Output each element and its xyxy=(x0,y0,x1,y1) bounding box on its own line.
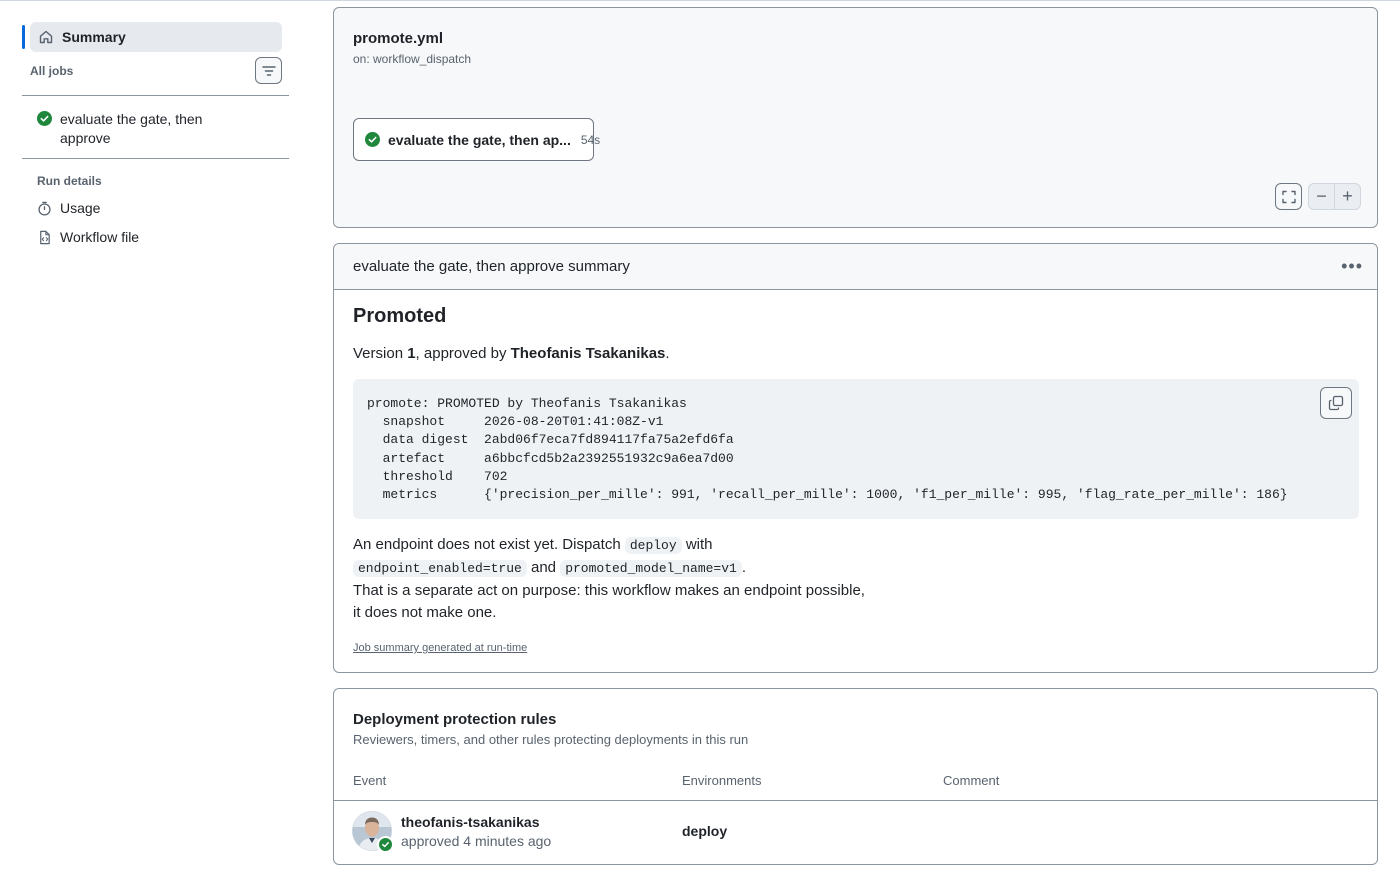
approved-by-text: , approved by xyxy=(415,345,511,362)
para-text: and xyxy=(526,559,561,576)
sidebar-job-label: evaluate the gate, then approve xyxy=(60,111,203,146)
copy-icon xyxy=(1328,395,1344,411)
check-circle-icon xyxy=(365,132,380,147)
sidebar-item-label: Usage xyxy=(60,200,101,216)
workflow-graph-card: promote.yml on: workflow_dispatch evalua… xyxy=(333,7,1378,228)
para-text: That is a separate act on purpose: this … xyxy=(353,582,865,599)
table-divider xyxy=(334,800,1377,801)
all-jobs-heading: All jobs xyxy=(30,64,74,78)
para-text: with xyxy=(681,536,713,553)
sidebar-job-item[interactable]: evaluate the gate, then approve xyxy=(37,110,277,148)
summary-paragraph: An endpoint does not exist yet. Dispatch… xyxy=(353,534,993,624)
stopwatch-icon xyxy=(37,201,52,216)
avatar[interactable] xyxy=(352,811,394,853)
environment-name: deploy xyxy=(682,823,728,839)
sidebar-item-label: Summary xyxy=(62,29,126,45)
job-node-duration: 54s xyxy=(580,132,601,147)
file-code-icon xyxy=(37,230,52,245)
job-summary-header: evaluate the gate, then approve summary … xyxy=(334,244,1377,290)
job-node-name: evaluate the gate, then ap... xyxy=(388,131,571,148)
job-node[interactable]: evaluate the gate, then ap... 54s xyxy=(353,118,600,161)
column-header-environments: Environments xyxy=(682,773,762,788)
zoom-in-icon: + xyxy=(1342,186,1353,206)
deployment-rules-title: Deployment protection rules xyxy=(353,711,557,728)
inline-code-promoted-model: promoted_model_name=v1 xyxy=(560,560,742,577)
deployment-rules-subtitle: Reviewers, timers, and other rules prote… xyxy=(353,732,749,747)
version-number: 1 xyxy=(407,345,416,362)
version-period: . xyxy=(665,345,670,362)
job-summary-card: evaluate the gate, then approve summary … xyxy=(333,243,1378,673)
inline-code-deploy: deploy xyxy=(624,537,682,554)
workflow-file-name: promote.yml xyxy=(353,30,444,47)
column-header-comment: Comment xyxy=(943,773,1000,788)
zoom-in-button[interactable]: + xyxy=(1334,184,1360,209)
sidebar-item-usage[interactable]: Usage xyxy=(37,200,100,216)
approver-name: Theofanis Tsakanikas xyxy=(510,345,666,362)
code-block: promote: PROMOTED by Theofanis Tsakanika… xyxy=(353,379,1359,519)
fullscreen-icon xyxy=(1281,190,1296,204)
inline-code-endpoint-enabled: endpoint_enabled=true xyxy=(353,560,527,577)
sidebar-item-summary[interactable]: Summary xyxy=(22,22,282,52)
summary-heading: Promoted xyxy=(353,305,447,327)
zoom-controls: − + xyxy=(1308,183,1361,210)
copy-button[interactable] xyxy=(1320,387,1352,419)
fullscreen-button[interactable] xyxy=(1275,183,1302,210)
para-text: An endpoint does not exist yet. Dispatch xyxy=(353,536,625,553)
approval-time: approved 4 minutes ago xyxy=(401,833,552,849)
home-icon xyxy=(38,29,54,45)
job-summary-title: evaluate the gate, then approve summary xyxy=(353,258,630,275)
code-content: promote: PROMOTED by Theofanis Tsakanika… xyxy=(367,396,1288,503)
active-indicator xyxy=(22,25,25,49)
approver-username[interactable]: theofanis-tsakanikas xyxy=(401,814,540,830)
para-text: it does not make one. xyxy=(353,604,497,621)
run-details-heading: Run details xyxy=(37,174,102,188)
summary-generated-note[interactable]: Job summary generated at run-time xyxy=(353,642,527,654)
check-circle-icon xyxy=(37,111,52,148)
para-text: . xyxy=(741,559,747,576)
approved-badge-icon xyxy=(377,836,394,853)
zoom-out-button[interactable]: − xyxy=(1309,184,1334,209)
sidebar-divider xyxy=(22,158,289,159)
deployment-rules-card: Deployment protection rules Reviewers, t… xyxy=(333,688,1378,865)
version-line: Version 1, approved by Theofanis Tsakani… xyxy=(353,345,670,362)
zoom-out-icon: − xyxy=(1316,186,1327,206)
column-header-event: Event xyxy=(353,773,387,788)
workflow-trigger: on: workflow_dispatch xyxy=(353,52,472,66)
sidebar-item-workflow-file[interactable]: Workflow file xyxy=(37,229,139,245)
filter-icon xyxy=(261,65,276,77)
filter-jobs-button[interactable] xyxy=(255,57,282,84)
kebab-icon[interactable]: ••• xyxy=(1341,256,1363,277)
sidebar: Summary All jobs evaluate the gate, then… xyxy=(0,0,300,878)
version-prefix: Version xyxy=(353,345,408,362)
sidebar-item-label: Workflow file xyxy=(60,229,140,245)
sidebar-divider xyxy=(22,95,289,96)
